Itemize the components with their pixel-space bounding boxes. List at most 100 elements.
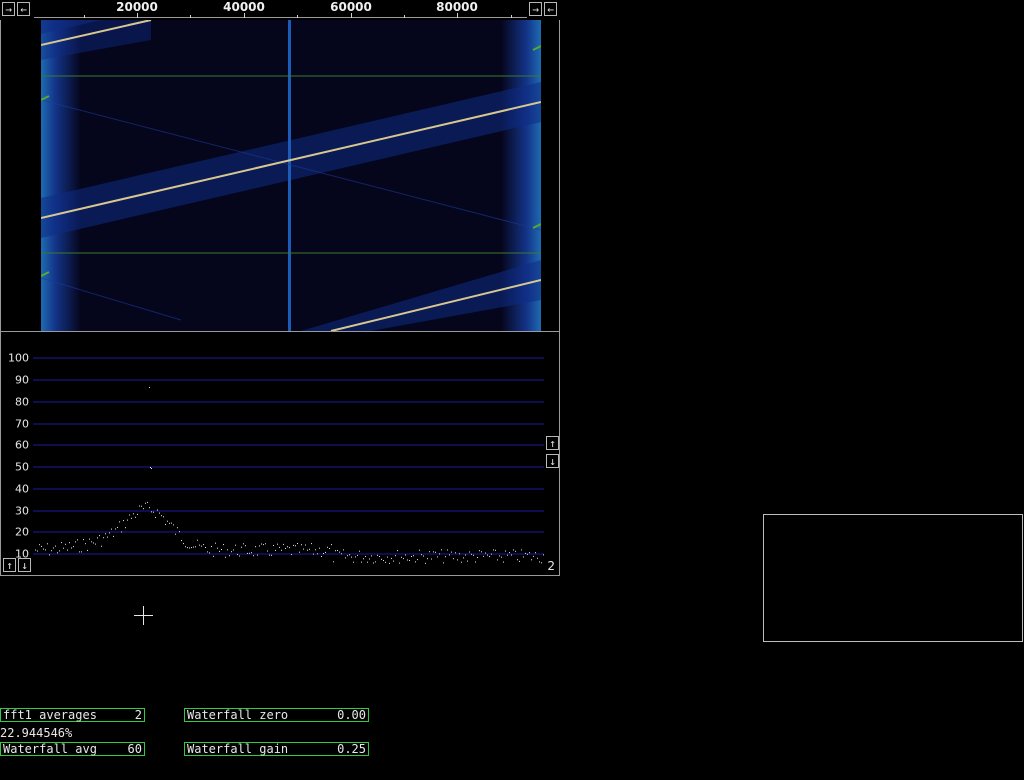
spectrum-point: [259, 545, 260, 547]
spectrum-point: [361, 561, 362, 563]
spectrum-point: [369, 558, 370, 560]
spectrum-point: [125, 527, 126, 529]
spectrum-point: [241, 546, 242, 548]
spectrum-point: [261, 543, 262, 545]
spectrum-point: [159, 512, 160, 514]
spectrum-point: [229, 555, 230, 557]
spectrum-point: [43, 548, 44, 550]
spectrum-point: [149, 507, 150, 509]
spectrum-point: [273, 545, 274, 546]
spectrum-point: [397, 550, 398, 552]
y-axis-label: 70: [15, 417, 29, 431]
spectrum-point: [145, 502, 146, 504]
fft1-averages-control[interactable]: fft1 averages 2: [0, 708, 145, 722]
spectrum-point: [49, 554, 50, 556]
spectrum-point: [423, 555, 424, 557]
spectrum-panel[interactable]: 100 90 80 70 60 50 40 30 20 10 ↑ ↓ ↑ ↓ 2: [0, 331, 560, 576]
scale-up-icon[interactable]: ↑: [546, 436, 559, 450]
spectrum-graph[interactable]: [1, 332, 559, 575]
frequency-axis: → ← 20000 40000 60000 80000 → ←: [0, 0, 560, 20]
spectrum-point: [183, 543, 184, 545]
scroll-right-icon[interactable]: →: [529, 2, 542, 16]
spectrum-point: [75, 541, 76, 543]
y-axis-label: 20: [15, 525, 29, 539]
spectrum-point: [171, 522, 172, 524]
spectrum-point: [63, 547, 64, 549]
spectrum-point: [531, 559, 532, 561]
spectrum-point: [497, 559, 498, 561]
spectrum-point: [413, 555, 414, 557]
spectrum-point: [461, 561, 462, 563]
spectrum-point: [481, 551, 482, 553]
spectrum-point: [285, 548, 286, 549]
spectrum-point: [321, 556, 322, 557]
scroll-left-icon[interactable]: ←: [17, 2, 30, 16]
spectrum-point: [233, 549, 234, 551]
spectrum-point: [65, 543, 66, 545]
waterfall-gain-control[interactable]: Waterfall gain 0.25: [184, 742, 369, 756]
spectrum-point: [205, 547, 206, 548]
spectrum-point: [73, 546, 74, 548]
spectrum-trace: [35, 387, 544, 564]
spectrum-point: [355, 556, 356, 558]
spectrum-point: [257, 554, 258, 556]
spectrum-point: [377, 554, 378, 556]
spectrum-point: [399, 562, 400, 564]
spectrum-point: [301, 544, 302, 546]
spectrum-point: [373, 562, 374, 564]
spectrum-point: [513, 549, 514, 551]
spectrum-point: [307, 549, 308, 551]
spectrum-point: [387, 556, 388, 558]
spectrum-point: [211, 546, 212, 547]
waterfall-avg-control[interactable]: Waterfall avg 60: [0, 742, 145, 756]
spectrum-point: [515, 550, 516, 552]
spectrum-point: [405, 554, 406, 556]
spectrum-point: [381, 558, 382, 560]
scale-down-icon[interactable]: ↓: [546, 454, 559, 468]
spectrum-point: [77, 539, 78, 541]
spectrum-point: [69, 542, 70, 544]
spectrum-point: [89, 538, 90, 540]
spectrum-point: [303, 548, 304, 550]
spectrum-point: [235, 544, 236, 546]
waterfall-zero-control[interactable]: Waterfall zero 0.00: [184, 708, 369, 722]
spectrum-point: [107, 536, 108, 538]
spectrum-point: [475, 561, 476, 563]
spectrum-point: [343, 549, 344, 551]
offset-down-icon[interactable]: ↓: [18, 558, 31, 572]
offset-up-icon[interactable]: ↑: [3, 558, 16, 572]
spectrum-point: [433, 551, 434, 553]
scroll-left-icon[interactable]: ←: [544, 2, 557, 16]
spectrum-point: [79, 551, 80, 553]
spectrum-point: [139, 505, 140, 507]
scroll-right-icon[interactable]: →: [2, 2, 15, 16]
spectrum-point: [409, 560, 410, 561]
spectrum-point: [105, 533, 106, 535]
spectrum-point: [375, 561, 376, 563]
spectrum-point: [123, 520, 124, 522]
spectrum-point: [87, 549, 88, 551]
spectrum-point: [193, 546, 194, 548]
spectrum-point: [85, 543, 86, 545]
y-axis-label: 80: [15, 395, 29, 409]
spectrum-point: [249, 552, 250, 554]
spectrum-point: [251, 552, 252, 554]
spectrum-point: [411, 556, 412, 557]
waterfall-zero-value: 0.00: [337, 708, 366, 722]
spectrum-point: [429, 551, 430, 553]
waterfall-graph[interactable]: [41, 20, 541, 331]
spectrum-point: [471, 553, 472, 555]
spectrum-point: [167, 520, 168, 522]
spectrum-point: [135, 516, 136, 518]
spectrum-point: [541, 562, 542, 564]
spectrum-point: [445, 556, 446, 558]
waterfall-panel[interactable]: [0, 20, 560, 332]
spectrum-point: [323, 553, 324, 554]
spectrum-point: [525, 552, 526, 554]
spectrum-point: [385, 561, 386, 563]
spectrum-point: [61, 542, 62, 544]
spectrum-point: [81, 551, 82, 553]
spectrum-point: [103, 537, 104, 539]
frequency-label: 80000: [436, 0, 478, 14]
spectrum-point: [263, 544, 264, 546]
